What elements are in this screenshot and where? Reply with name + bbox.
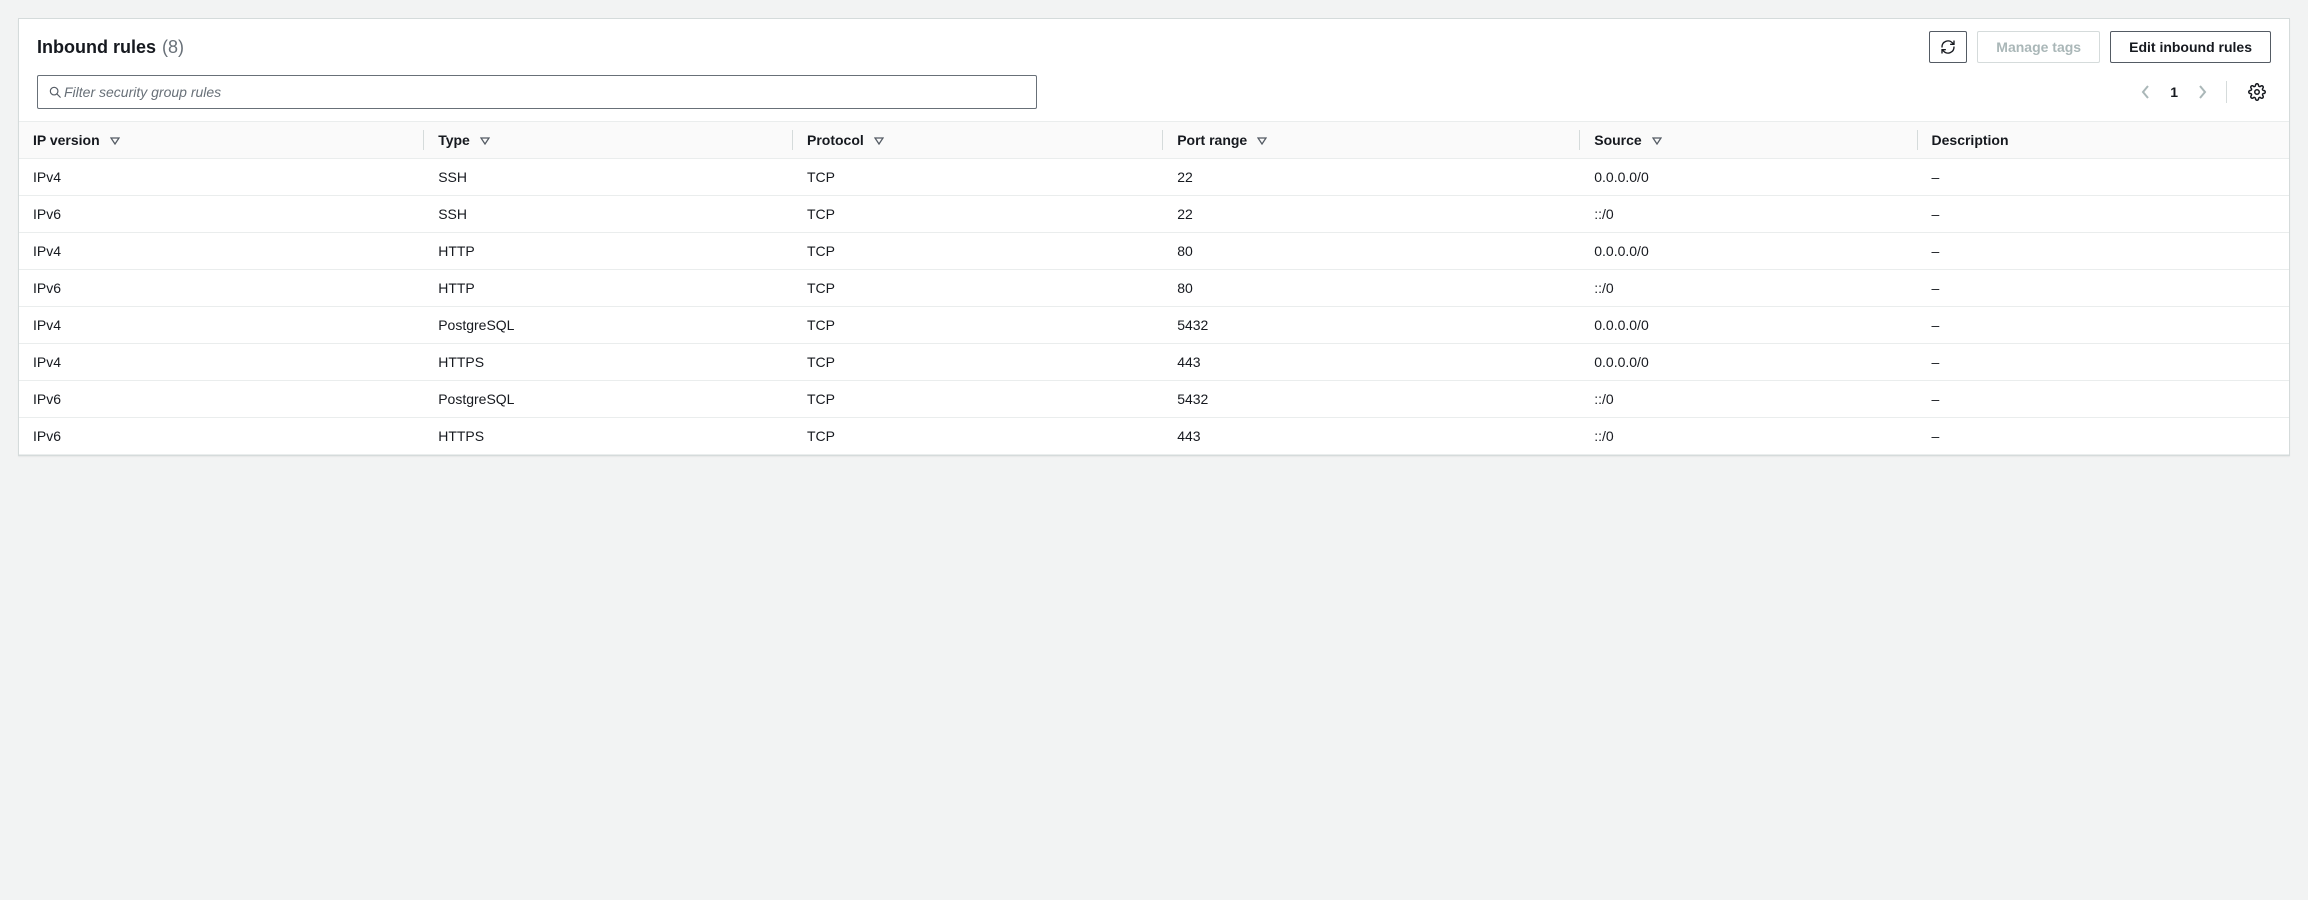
cell-type: PostgreSQL	[424, 381, 793, 418]
cell-port-range: 443	[1163, 344, 1580, 381]
cell-protocol: TCP	[793, 418, 1163, 455]
cell-ip-version: IPv4	[19, 233, 424, 270]
cell-protocol: TCP	[793, 159, 1163, 196]
cell-source: 0.0.0.0/0	[1580, 159, 1917, 196]
col-protocol[interactable]: Protocol	[793, 122, 1163, 159]
prev-page-button[interactable]	[2138, 84, 2154, 100]
table-row[interactable]: IPv4SSHTCP220.0.0.0/0–	[19, 159, 2289, 196]
col-source[interactable]: Source	[1580, 122, 1917, 159]
cell-source: 0.0.0.0/0	[1580, 344, 1917, 381]
cell-ip-version: IPv4	[19, 344, 424, 381]
cell-source: ::/0	[1580, 418, 1917, 455]
table-scroll[interactable]: IP version Type Protocol	[19, 121, 2289, 455]
cell-description: –	[1918, 233, 2289, 270]
cell-type: HTTP	[424, 270, 793, 307]
col-source-label: Source	[1594, 132, 1641, 148]
cell-type: SSH	[424, 159, 793, 196]
col-port-range-label: Port range	[1177, 132, 1247, 148]
sort-icon	[874, 137, 884, 145]
col-type-label: Type	[438, 132, 470, 148]
cell-description: –	[1918, 418, 2289, 455]
table-row[interactable]: IPv6SSHTCP22::/0–	[19, 196, 2289, 233]
filter-input[interactable]	[62, 83, 1026, 101]
title-text: Inbound rules	[37, 37, 156, 58]
filter-input-wrap[interactable]	[37, 75, 1037, 109]
page-number: 1	[2170, 84, 2178, 100]
cell-type: SSH	[424, 196, 793, 233]
cell-port-range: 5432	[1163, 307, 1580, 344]
cell-port-range: 22	[1163, 196, 1580, 233]
title-count: (8)	[162, 37, 184, 58]
manage-tags-label: Manage tags	[1996, 39, 2081, 55]
cell-port-range: 443	[1163, 418, 1580, 455]
cell-port-range: 80	[1163, 270, 1580, 307]
cell-type: HTTP	[424, 233, 793, 270]
manage-tags-button[interactable]: Manage tags	[1977, 31, 2100, 63]
cell-description: –	[1918, 344, 2289, 381]
next-page-button[interactable]	[2194, 84, 2210, 100]
refresh-icon	[1940, 39, 1956, 55]
cell-description: –	[1918, 307, 2289, 344]
col-type[interactable]: Type	[424, 122, 793, 159]
cell-type: HTTPS	[424, 344, 793, 381]
rules-table: IP version Type Protocol	[19, 121, 2289, 455]
col-description[interactable]: Description	[1918, 122, 2289, 159]
panel-title: Inbound rules (8)	[37, 37, 1919, 58]
refresh-button[interactable]	[1929, 31, 1967, 63]
cell-ip-version: IPv6	[19, 418, 424, 455]
cell-ip-version: IPv4	[19, 307, 424, 344]
sort-icon	[1257, 137, 1267, 145]
cell-ip-version: IPv6	[19, 270, 424, 307]
col-protocol-label: Protocol	[807, 132, 864, 148]
vertical-divider	[2226, 81, 2227, 103]
cell-source: ::/0	[1580, 270, 1917, 307]
sort-icon	[480, 137, 490, 145]
sort-icon	[1652, 137, 1662, 145]
cell-type: PostgreSQL	[424, 307, 793, 344]
cell-port-range: 22	[1163, 159, 1580, 196]
inbound-rules-panel: Inbound rules (8) Manage tags Edit inbou…	[18, 18, 2290, 456]
cell-protocol: TCP	[793, 270, 1163, 307]
cell-protocol: TCP	[793, 344, 1163, 381]
cell-port-range: 80	[1163, 233, 1580, 270]
paginator: 1	[2138, 84, 2210, 100]
table-row[interactable]: IPv4HTTPTCP800.0.0.0/0–	[19, 233, 2289, 270]
col-ip-version[interactable]: IP version	[19, 122, 424, 159]
cell-source: 0.0.0.0/0	[1580, 307, 1917, 344]
cell-ip-version: IPv6	[19, 196, 424, 233]
edit-inbound-rules-label: Edit inbound rules	[2129, 39, 2252, 55]
cell-port-range: 5432	[1163, 381, 1580, 418]
table-row[interactable]: IPv4HTTPSTCP4430.0.0.0/0–	[19, 344, 2289, 381]
cell-ip-version: IPv6	[19, 381, 424, 418]
table-header: IP version Type Protocol	[19, 122, 2289, 159]
cell-ip-version: IPv4	[19, 159, 424, 196]
search-icon	[48, 85, 62, 99]
col-description-label: Description	[1932, 132, 2009, 148]
table-row[interactable]: IPv6PostgreSQLTCP5432::/0–	[19, 381, 2289, 418]
cell-protocol: TCP	[793, 196, 1163, 233]
cell-source: ::/0	[1580, 196, 1917, 233]
cell-description: –	[1918, 270, 2289, 307]
cell-protocol: TCP	[793, 381, 1163, 418]
gear-icon	[2248, 83, 2266, 101]
cell-description: –	[1918, 381, 2289, 418]
cell-protocol: TCP	[793, 233, 1163, 270]
table-row[interactable]: IPv6HTTPSTCP443::/0–	[19, 418, 2289, 455]
edit-inbound-rules-button[interactable]: Edit inbound rules	[2110, 31, 2271, 63]
cell-source: 0.0.0.0/0	[1580, 233, 1917, 270]
table-settings-button[interactable]	[2243, 78, 2271, 106]
col-port-range[interactable]: Port range	[1163, 122, 1580, 159]
table-row[interactable]: IPv4PostgreSQLTCP54320.0.0.0/0–	[19, 307, 2289, 344]
cell-type: HTTPS	[424, 418, 793, 455]
table-body: IPv4SSHTCP220.0.0.0/0–IPv6SSHTCP22::/0–I…	[19, 159, 2289, 455]
cell-description: –	[1918, 196, 2289, 233]
table-row[interactable]: IPv6HTTPTCP80::/0–	[19, 270, 2289, 307]
col-ip-version-label: IP version	[33, 132, 100, 148]
cell-source: ::/0	[1580, 381, 1917, 418]
sort-icon	[110, 137, 120, 145]
filter-row: 1	[19, 67, 2289, 121]
cell-description: –	[1918, 159, 2289, 196]
cell-protocol: TCP	[793, 307, 1163, 344]
panel-header: Inbound rules (8) Manage tags Edit inbou…	[19, 19, 2289, 67]
